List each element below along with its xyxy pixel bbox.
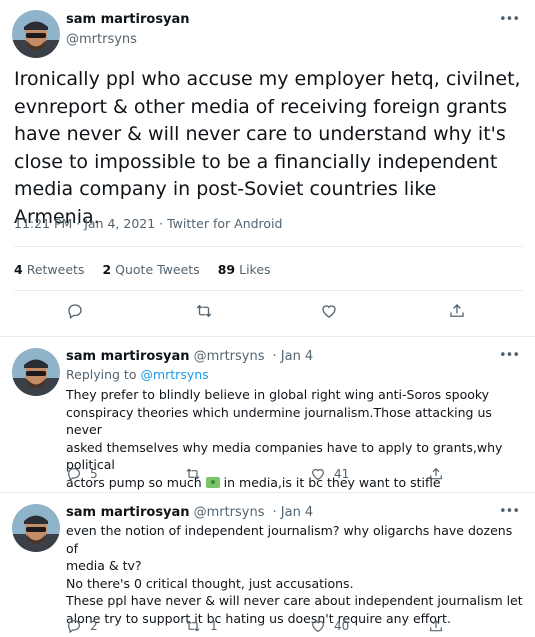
like-icon [312,468,324,481]
retweet-button[interactable] [194,302,214,320]
tweet-meta[interactable]: 11:21 PM · Jan 4, 2021 · Twitter for And… [14,216,282,231]
author-name[interactable]: sam martirosyan [66,505,190,520]
reply-icon [68,304,82,320]
retweet-icon [186,620,200,632]
reply-icon [68,468,80,482]
reply-icon [68,620,80,634]
retweet-icon [186,468,200,480]
share-button[interactable] [428,618,444,634]
share-icon [430,619,442,632]
reply-text-line: conspiracy theories which undermine jour… [66,404,492,438]
avatar[interactable] [12,10,60,58]
like-button[interactable]: 40 [310,618,349,634]
reply-tweet: sam martirosyan @mrtrsyns · Jan 4 ••• Rep… [0,348,535,490]
retweet-button[interactable]: 1 [184,618,218,634]
reply-header: sam martirosyan @mrtrsyns · Jan 4 [66,348,313,364]
like-icon [312,620,324,633]
share-icon [430,467,442,480]
reply-tweet: sam martirosyan @mrtrsyns · Jan 4 ••• eve… [0,504,535,634]
divider [0,492,535,493]
avatar[interactable] [12,348,60,396]
tweet-date[interactable]: · Jan 4 [273,505,314,520]
reply-text-line: alone try to support it bc hating us doe… [66,610,451,626]
more-icon[interactable]: ••• [499,348,520,363]
quotes-stat[interactable]: 2 Quote Tweets [102,262,199,277]
reply-count: 2 [90,619,98,633]
retweet-button[interactable] [184,466,202,482]
like-button[interactable]: 41 [310,466,349,482]
reply-text-line: They prefer to blindly believe in global… [66,387,490,402]
reply-text-line: No there's 0 critical thought, just accu… [66,575,354,591]
like-icon [322,305,336,318]
reply-text-line: These ppl have never & will never care a… [66,593,523,609]
reply-button[interactable]: 5 [66,466,98,482]
divider [14,246,523,247]
retweets-stat[interactable]: 4 Retweets [14,262,84,277]
author-name[interactable]: sam martirosyan [66,349,190,364]
reply-count: 5 [90,467,98,481]
tweet-stats: 4 Retweets 2 Quote Tweets 89 Likes [14,262,271,277]
reply-text: They prefer to blindly believe in global… [66,386,526,492]
author-handle[interactable]: @mrtrsyns [194,349,265,364]
likes-stat[interactable]: 89 Likes [218,262,271,277]
more-icon[interactable]: ••• [499,12,520,27]
divider [14,290,523,291]
reply-button[interactable] [66,302,84,320]
reply-text-line: asked themselves why media companies hav… [66,439,503,473]
like-button[interactable] [320,302,338,320]
author-handle[interactable]: @mrtrsyns [66,32,137,47]
reply-button[interactable]: 2 [66,618,98,634]
replying-to: Replying to @mrtrsyns [66,367,209,382]
reply-text-line: actors pump so much in media,is it bc th… [66,474,441,490]
retweet-icon [196,304,212,318]
reply-text-line: even the notion of independent journalis… [66,523,513,556]
share-icon [450,304,464,317]
share-button[interactable] [428,466,444,482]
author-handle[interactable]: @mrtrsyns [194,505,265,520]
like-count: 40 [334,619,350,633]
tweet-date[interactable]: · Jan 4 [273,349,314,364]
avatar[interactable] [12,504,60,552]
like-count: 41 [334,467,350,481]
main-tweet: sam martirosyan @mrtrsyns ••• Ironically… [0,0,535,337]
retweet-count: 1 [210,619,218,633]
reply-header: sam martirosyan @mrtrsyns · Jan 4 [66,504,313,520]
tweet-text: Ironically ppl who accuse my employer he… [14,68,521,228]
reply-text: even the notion of independent journalis… [66,522,526,628]
tweet-actions [0,302,535,326]
money-emoji-icon [205,476,220,488]
replying-to-link[interactable]: @mrtrsyns [140,367,208,382]
reply-text-line: media & tv? [66,558,142,574]
share-button[interactable] [448,302,466,320]
author-name[interactable]: sam martirosyan [66,12,190,27]
more-icon[interactable]: ••• [499,504,520,519]
